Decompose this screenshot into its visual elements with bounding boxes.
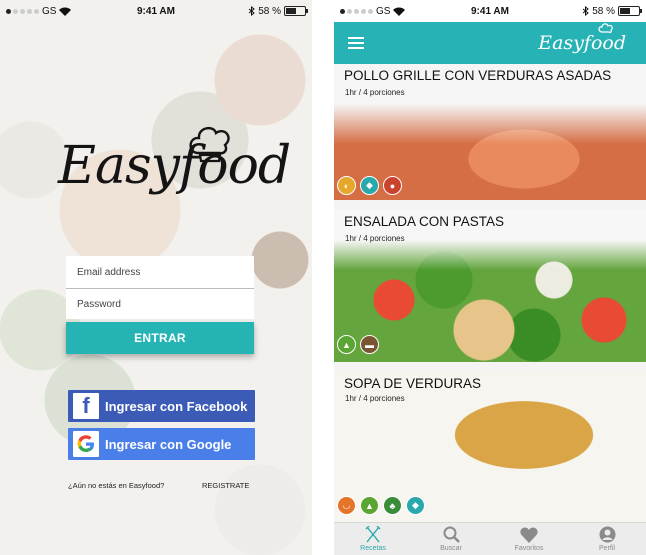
- status-bar: GS 9:41 AM 58 %: [0, 0, 312, 22]
- profile-icon: [598, 526, 616, 543]
- recipe-card[interactable]: POLLO GRILLE CON VERDURAS ASADAS 1hr / 4…: [334, 64, 646, 200]
- battery-percent: 58 %: [592, 5, 615, 17]
- wifi-icon: [393, 7, 406, 16]
- recipe-meta: 1hr / 4 porciones: [345, 234, 405, 243]
- clock: 9:41 AM: [471, 5, 509, 17]
- bluetooth-icon: [248, 6, 255, 16]
- fish-icon: ◆: [360, 176, 379, 195]
- heart-icon: [520, 526, 538, 543]
- meat-icon: ●: [383, 176, 402, 195]
- recipe-title: POLLO GRILLE CON VERDURAS ASADAS: [344, 68, 612, 83]
- recipe-card[interactable]: SOPA DE VERDURAS 1hr / 4 porciones ◡ ▲ ♣…: [334, 370, 646, 522]
- tab-label: Buscar: [440, 545, 462, 552]
- carrot-icon: ▲: [360, 496, 379, 515]
- carrier: GS: [376, 5, 391, 17]
- signal-icon: [6, 8, 39, 14]
- facebook-label: Ingresar con Facebook: [105, 398, 248, 414]
- password-field[interactable]: [66, 288, 254, 319]
- google-login-button[interactable]: Ingresar con Google: [68, 428, 255, 460]
- tab-recetas[interactable]: Recetas: [334, 523, 412, 555]
- logo-text: Easyfood: [58, 136, 291, 196]
- recipe-meta: 1hr / 4 porciones: [345, 394, 405, 403]
- lemon-icon: ◐: [337, 176, 356, 195]
- signal-icon: [340, 8, 373, 14]
- fish-icon: ◆: [406, 496, 425, 515]
- google-label: Ingresar con Google: [105, 436, 232, 452]
- facebook-icon: f: [73, 393, 99, 419]
- signup-prompt: ¿Aún no estás en Easyfood?: [68, 481, 165, 490]
- email-field[interactable]: [66, 256, 254, 288]
- header-logo: Easyfood: [538, 23, 632, 54]
- tab-label: Perfil: [599, 545, 615, 552]
- enter-button[interactable]: ENTRAR: [66, 322, 254, 354]
- login-screen: GS 9:41 AM 58 % Easyfood ENTRAR f Ingres…: [0, 0, 312, 555]
- bread-icon: ▬: [360, 335, 379, 354]
- recipe-tags: ▲ ▬: [337, 335, 379, 354]
- wifi-icon: [59, 7, 72, 16]
- battery-percent: 58 %: [258, 5, 281, 17]
- app-header: Easyfood: [334, 22, 646, 64]
- facebook-login-button[interactable]: f Ingresar con Facebook: [68, 390, 255, 422]
- tab-perfil[interactable]: Perfil: [568, 523, 646, 555]
- utensils-icon: [364, 526, 382, 543]
- broccoli-icon: ♣: [383, 496, 402, 515]
- recipe-card[interactable]: ENSALADA CON PASTAS 1hr / 4 porciones ▲ …: [334, 210, 646, 362]
- menu-icon[interactable]: [348, 37, 364, 49]
- battery-icon: [283, 6, 308, 16]
- status-bar: GS 9:41 AM 58 %: [334, 0, 646, 22]
- recipe-meta: 1hr / 4 porciones: [345, 88, 405, 97]
- brand-text: Easyfood: [538, 32, 626, 54]
- tab-label: Favoritos: [514, 545, 544, 552]
- bluetooth-icon: [582, 6, 589, 16]
- register-link[interactable]: REGISTRATE: [202, 481, 249, 490]
- recipe-title: SOPA DE VERDURAS: [344, 376, 482, 391]
- google-icon: [73, 431, 99, 457]
- tab-buscar[interactable]: Buscar: [412, 523, 490, 555]
- clock: 9:41 AM: [137, 5, 175, 17]
- tab-label: Recetas: [360, 545, 386, 552]
- search-icon: [442, 526, 460, 543]
- bowl-icon: ◡: [337, 496, 356, 515]
- recipe-tags: ◡ ▲ ♣ ◆: [337, 496, 425, 515]
- tab-bar: Recetas Buscar Favoritos Perfil: [334, 522, 646, 555]
- recipes-screen: GS 9:41 AM 58 % Easyfood POLLO GRILLE CO…: [334, 0, 646, 555]
- battery-icon: [617, 6, 642, 16]
- app-logo: Easyfood: [58, 126, 291, 208]
- chef-hat-icon: [189, 126, 230, 163]
- chef-hat-icon: [598, 23, 613, 33]
- tab-favoritos[interactable]: Favoritos: [490, 523, 568, 555]
- carrier: GS: [42, 5, 57, 17]
- recipe-tags: ◐ ◆ ●: [337, 176, 402, 195]
- carrot-icon: ▲: [337, 335, 356, 354]
- recipe-title: ENSALADA CON PASTAS: [344, 214, 505, 229]
